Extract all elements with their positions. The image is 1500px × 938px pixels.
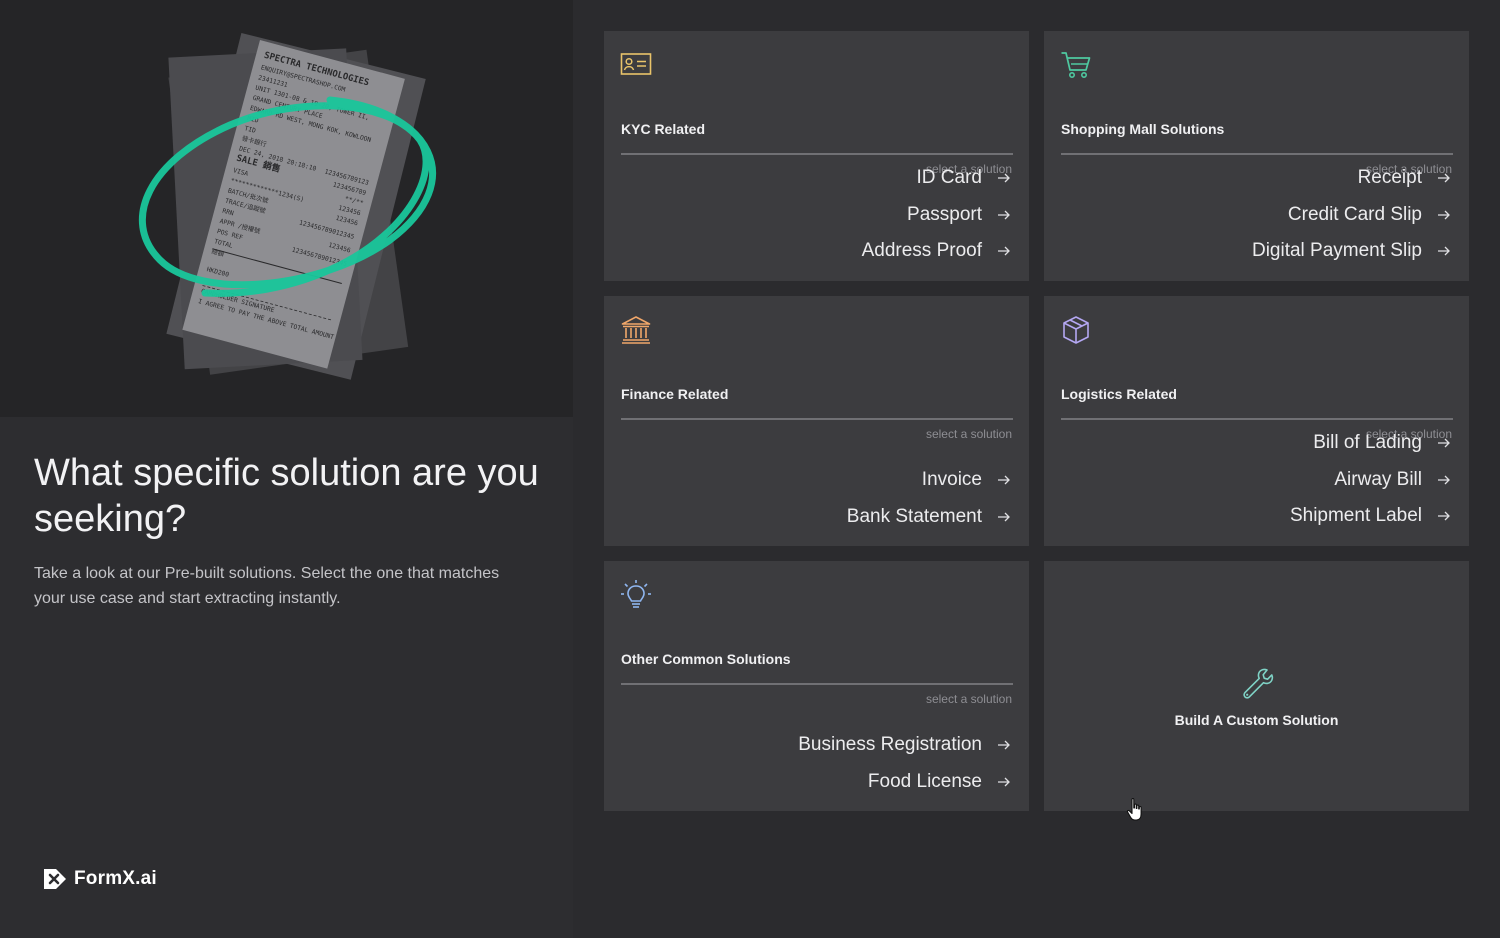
left-panel: SPECTRA TECHNOLOGIES ENQUIRY@SPECTRASHOP.…: [0, 0, 573, 938]
option-address-proof[interactable]: Address Proof: [862, 233, 1012, 270]
option-bank-statement[interactable]: Bank Statement: [847, 499, 1012, 536]
card-kyc-related: KYC Related select a solution ID Card Pa…: [604, 31, 1029, 281]
option-list: Invoice Bank Statement: [847, 462, 1012, 535]
option-digital-payment-slip[interactable]: Digital Payment Slip: [1252, 233, 1452, 270]
shopping-cart-icon: [1061, 52, 1091, 78]
custom-solution-label: Build A Custom Solution: [1174, 712, 1339, 728]
formx-logo-icon: [44, 869, 66, 889]
option-invoice[interactable]: Invoice: [922, 462, 1012, 499]
option-bill-of-lading[interactable]: Bill of Lading: [1313, 425, 1452, 462]
card-title: Logistics Related: [1061, 386, 1177, 402]
option-list: Business Registration Food License: [798, 727, 1012, 800]
card-title: Finance Related: [621, 386, 729, 402]
option-list: Bill of Lading Airway Bill Shipment Labe…: [1290, 425, 1452, 535]
brand-logo[interactable]: FormX.ai: [42, 866, 157, 892]
arrow-right-icon: [1438, 511, 1450, 521]
card-hint: select a solution: [925, 692, 1012, 706]
page-description: Take a look at our Pre-built solutions. …: [34, 565, 500, 607]
card-divider: [621, 153, 1013, 155]
id-card-icon: [620, 53, 652, 75]
solutions-grid: KYC Related select a solution ID Card Pa…: [573, 0, 1500, 938]
card-divider: [621, 683, 1013, 685]
arrow-right-icon: [1438, 475, 1450, 485]
card-divider: [621, 418, 1013, 420]
arrow-right-icon: [1438, 210, 1450, 220]
option-airway-bill[interactable]: Airway Bill: [1334, 462, 1452, 499]
arrow-right-icon: [1438, 173, 1450, 183]
wrench-icon: [1242, 668, 1273, 699]
page-headline: What specific solution are you seeking?: [34, 452, 539, 540]
build-custom-solution-card[interactable]: Build A Custom Solution: [1044, 561, 1469, 811]
arrow-right-icon: [1438, 438, 1450, 448]
option-id-card[interactable]: ID Card: [917, 160, 1012, 197]
option-list: Receipt Credit Card Slip Digital Payment…: [1252, 160, 1452, 270]
card-title: Shopping Mall Solutions: [1061, 121, 1225, 137]
card-hint: select a solution: [925, 427, 1012, 441]
arrow-right-icon: [1438, 246, 1450, 256]
arrow-right-icon: [998, 740, 1010, 750]
card-finance-related: Finance Related select a solution Invoic…: [604, 296, 1029, 546]
arrow-right-icon: [998, 210, 1010, 220]
option-business-registration[interactable]: Business Registration: [798, 727, 1012, 764]
option-shipment-label[interactable]: Shipment Label: [1290, 498, 1452, 535]
hand-pointer-cursor-icon: [1126, 798, 1142, 821]
receipt-illustration: SPECTRA TECHNOLOGIESENQUIRY@SPECTRASHOP.…: [139, 32, 436, 380]
brand-name: FormX.ai: [74, 868, 157, 889]
option-food-license[interactable]: Food License: [868, 764, 1012, 801]
package-icon: [1063, 316, 1089, 344]
option-receipt[interactable]: Receipt: [1358, 160, 1452, 197]
arrow-right-icon: [998, 246, 1010, 256]
card-divider: [1061, 418, 1453, 420]
bank-icon: [621, 316, 651, 344]
card-title: Other Common Solutions: [621, 651, 791, 667]
arrow-right-icon: [998, 173, 1010, 183]
hero-illustration: SPECTRA TECHNOLOGIES ENQUIRY@SPECTRASHOP.…: [0, 0, 573, 417]
card-shopping-mall-solutions: Shopping Mall Solutions select a solutio…: [1044, 31, 1469, 281]
option-credit-card-slip[interactable]: Credit Card Slip: [1288, 197, 1452, 234]
arrow-right-icon: [998, 512, 1010, 522]
card-title: KYC Related: [621, 121, 706, 137]
option-passport[interactable]: Passport: [907, 197, 1012, 234]
card-divider: [1061, 153, 1453, 155]
arrow-right-icon: [998, 475, 1010, 485]
card-other-common-solutions: Other Common Solutions select a solution…: [604, 561, 1029, 811]
option-list: ID Card Passport Address Proof: [862, 160, 1012, 270]
lightbulb-icon: [621, 580, 651, 608]
arrow-right-icon: [998, 777, 1010, 787]
card-logistics-related: Logistics Related select a solution Bill…: [1044, 296, 1469, 546]
